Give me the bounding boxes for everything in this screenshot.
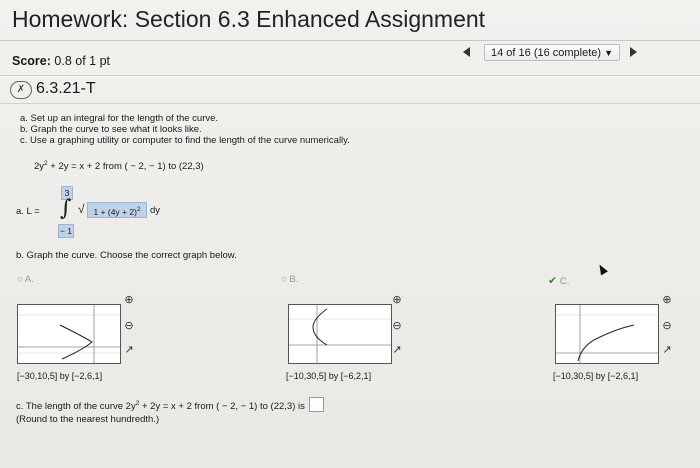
chevron-down-icon: ▼: [604, 48, 613, 58]
zoom-out-icon[interactable]: ⊖: [390, 319, 404, 333]
graph-c-caption: [−10,30,5] by [−2,6,1]: [553, 371, 639, 381]
curve-equation: 2y2 + 2y = x + 2 from ( − 2, − 1) to (22…: [34, 160, 204, 173]
sqrt-sign: √: [78, 202, 85, 216]
zoom-out-icon[interactable]: ⊖: [660, 319, 674, 333]
graph-a: [17, 304, 121, 364]
graph-b: [288, 304, 392, 364]
instruction-a: a. Set up an integral for the length of …: [20, 113, 219, 124]
mouse-cursor-icon: [596, 262, 608, 276]
zoom-in-icon[interactable]: ⊕: [122, 293, 136, 307]
lower-limit[interactable]: − 1: [58, 224, 74, 238]
integral-sign: ∫: [60, 196, 72, 221]
graph-a-caption: [−30,10,5] by [−2,6,1]: [17, 371, 103, 381]
popout-icon[interactable]: ↗: [122, 343, 136, 357]
part-a-label: a. L =: [16, 206, 40, 217]
instruction-c: c. Use a graphing utility or computer to…: [20, 135, 350, 146]
x-mark-icon: ✗: [10, 81, 32, 99]
zoom-in-icon[interactable]: ⊕: [390, 293, 404, 307]
zoom-out-icon[interactable]: ⊖: [122, 319, 136, 333]
popout-icon[interactable]: ↗: [390, 343, 404, 357]
option-c-radio[interactable]: ✔ C.: [548, 274, 569, 287]
graph-b-caption: [−10,30,5] by [−6,2,1]: [286, 371, 372, 381]
integral-expression: a. L = 3 ∫ − 1 √ 1 + (4y + 2)2 dy: [16, 186, 216, 238]
popout-icon[interactable]: ↗: [660, 343, 674, 357]
instruction-b: b. Graph the curve to see what it looks …: [20, 124, 202, 135]
curve-length-input[interactable]: [309, 397, 324, 412]
integrand-input[interactable]: 1 + (4y + 2)2: [87, 202, 147, 218]
progress-text: 14 of 16 (16 complete): [491, 47, 602, 59]
part-c-note: (Round to the nearest hundredth.): [16, 414, 160, 425]
score-value: 0.8 of 1 pt: [54, 54, 110, 68]
zoom-in-icon[interactable]: ⊕: [660, 293, 674, 307]
question-id: 6.3.21-T: [36, 80, 96, 97]
page-title: Homework: Section 6.3 Enhanced Assignmen…: [12, 6, 486, 32]
prev-question-icon[interactable]: [463, 47, 470, 57]
graph-c: [555, 304, 659, 364]
part-c-prompt: c. The length of the curve 2y2 + 2y = x …: [16, 400, 305, 413]
header-divider: [0, 40, 700, 41]
differential: dy: [150, 205, 161, 216]
option-b-radio[interactable]: ○ B.: [281, 274, 298, 285]
divider: [0, 103, 700, 104]
part-b-prompt: b. Graph the curve. Choose the correct g…: [16, 250, 237, 261]
divider: [0, 75, 700, 76]
score: Score: 0.8 of 1 pt: [12, 54, 110, 68]
next-question-icon[interactable]: [630, 47, 637, 57]
option-a-radio[interactable]: ○ A.: [17, 274, 34, 285]
check-icon: ✔: [548, 275, 558, 287]
question-progress-dropdown[interactable]: 14 of 16 (16 complete) ▼: [484, 44, 620, 61]
score-label: Score:: [12, 54, 51, 68]
